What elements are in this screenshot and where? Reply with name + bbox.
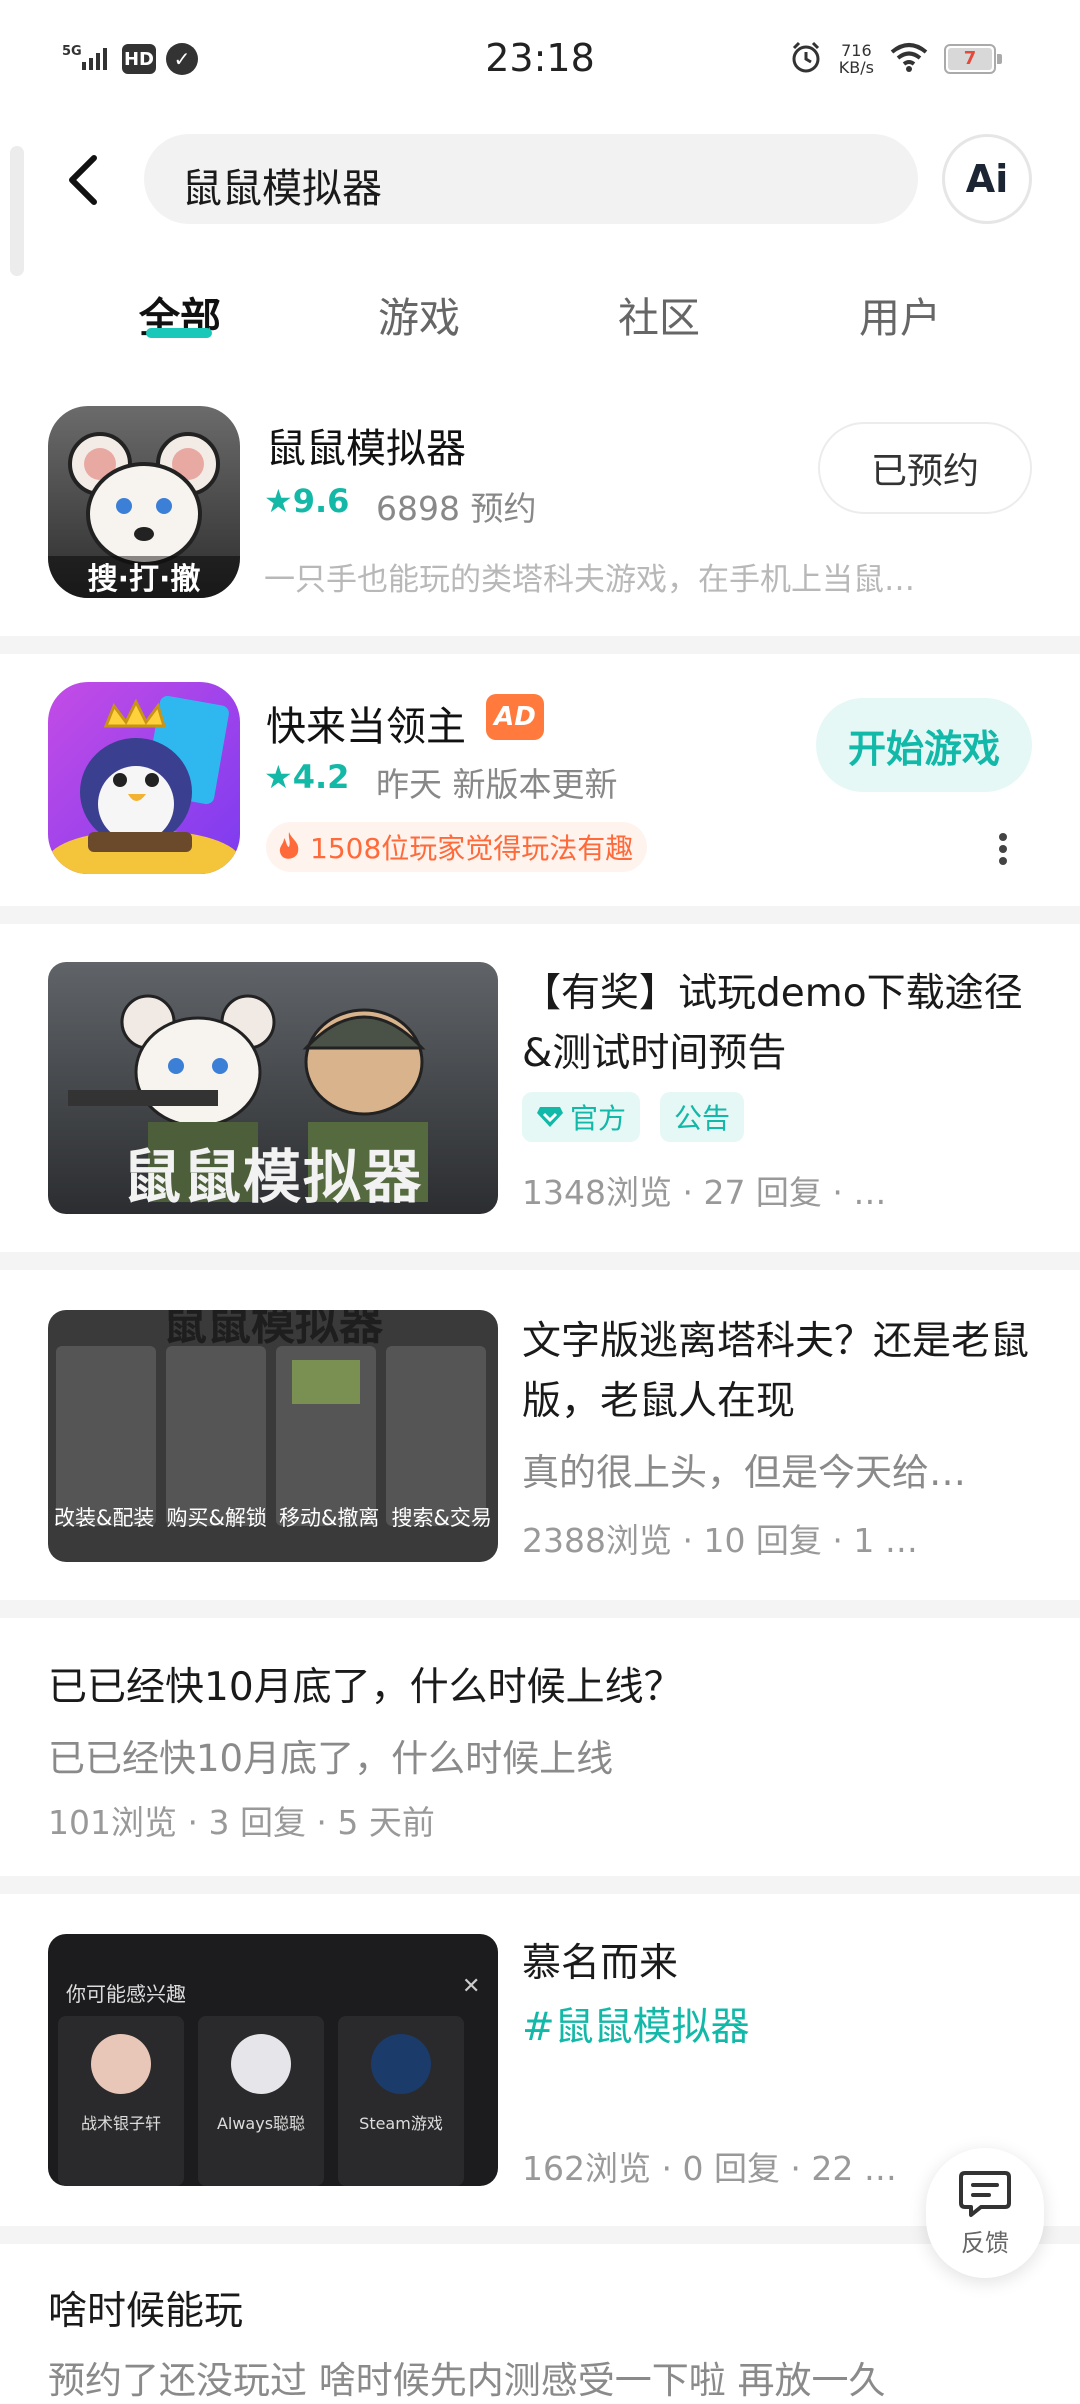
- app-rating: ★9.6: [264, 482, 350, 520]
- tab-games[interactable]: 游戏: [339, 284, 499, 344]
- wifi-icon: [890, 42, 928, 76]
- post-meta: 1348浏览 · 27 回复 · …: [522, 1173, 887, 1212]
- diamond-icon: [537, 1107, 563, 1127]
- user-card: Always聪聪: [198, 2016, 324, 2186]
- thumb-title-text: 鼠鼠模拟器: [122, 1143, 423, 1211]
- divider: [0, 1600, 1080, 1618]
- map-preview: [292, 1360, 360, 1404]
- hashtag-link[interactable]: #鼠鼠模拟器: [522, 1998, 1032, 2058]
- start-game-button[interactable]: 开始游戏: [816, 698, 1032, 792]
- net-speed: 716 KB/s: [838, 41, 874, 77]
- tag-announcement: 公告: [660, 1092, 745, 1142]
- battery-icon: 7: [944, 44, 1002, 74]
- post-title[interactable]: 文字版逃离塔科夫？还是老鼠版，老鼠人在现: [522, 1312, 1032, 1432]
- screen-panel: [386, 1346, 486, 1526]
- divider: [0, 636, 1080, 654]
- reserved-button[interactable]: 已预约: [818, 422, 1032, 514]
- tag-official: 官方: [522, 1092, 641, 1142]
- hot-text: 1508位玩家觉得玩法有趣: [310, 832, 634, 865]
- avatar: [231, 2034, 291, 2094]
- ad-badge: AD: [486, 694, 544, 740]
- ai-button[interactable]: Ai: [942, 134, 1032, 224]
- user-card: Steam游戏: [338, 2016, 464, 2186]
- close-icon: ✕: [462, 1974, 481, 1999]
- post-thumbnail[interactable]: 鼠鼠模拟器: [48, 962, 498, 1214]
- penguin-king-icon: [48, 695, 240, 874]
- app-icon-rat-sim[interactable]: 搜·打·撤: [48, 406, 240, 598]
- divider: [0, 1252, 1080, 1270]
- app-name[interactable]: 鼠鼠模拟器: [266, 416, 466, 474]
- back-button[interactable]: [56, 150, 116, 210]
- post-title[interactable]: 慕名而来: [522, 1934, 1032, 1994]
- app-meta: 6898 预约: [376, 489, 537, 528]
- screen-panel: [56, 1346, 156, 1526]
- edge-handle: [10, 146, 24, 276]
- feedback-button[interactable]: 反馈: [926, 2148, 1044, 2278]
- avatar: [371, 2034, 431, 2094]
- hot-badge: 1508位玩家觉得玩法有趣: [266, 822, 648, 872]
- feedback-icon: [959, 2170, 1011, 2217]
- alarm-icon: [789, 40, 823, 78]
- post-thumbnail[interactable]: 鼠鼠模拟器 改装&配装 购买&解锁 移动&撤离 搜索&交易: [48, 1310, 498, 1562]
- post-title[interactable]: 啥时候能玩: [48, 2282, 1028, 2342]
- app-rating: ★4.2: [264, 758, 350, 796]
- status-bar: 5G HD ✓ 23:18 716 KB/s 7: [0, 0, 1080, 120]
- status-right: 716 KB/s 7: [789, 40, 1002, 78]
- search-input[interactable]: 鼠鼠模拟器: [144, 134, 918, 224]
- post-excerpt: 真的很上头，但是今天给…: [522, 1451, 966, 1494]
- tab-users[interactable]: 用户: [820, 284, 980, 344]
- avatar: [91, 2034, 151, 2094]
- tab-community[interactable]: 社区: [579, 284, 739, 344]
- post-excerpt: 已已经快10月底了，什么时候上线: [48, 1737, 614, 1780]
- divider: [0, 1876, 1080, 1894]
- back-arrow-icon: [69, 155, 97, 205]
- user-card: 战术银子轩: [58, 2016, 184, 2186]
- post-meta: 162浏览 · 0 回复 · 22 …: [522, 2149, 897, 2188]
- app-meta: 昨天 新版本更新: [376, 765, 618, 804]
- post-title[interactable]: 【有奖】试玩demo下载途径&测试时间预告: [522, 964, 1032, 1084]
- app-icon-lord[interactable]: [48, 682, 240, 874]
- post-meta: 2388浏览 · 10 回复 · 1 …: [522, 1521, 918, 1560]
- app-desc: 一只手也能玩的类塔科夫游戏，在手机上当鼠…: [264, 562, 915, 598]
- post-excerpt: 预约了还没玩过 啥时候先内测感受一下啦 再放一久: [48, 2359, 886, 2402]
- app-icon-badge-text: 搜·打·撤: [87, 562, 201, 597]
- more-options-icon[interactable]: [998, 832, 1008, 866]
- post-meta: 101浏览 · 3 回复 · 5 天前: [48, 1803, 435, 1842]
- divider: [0, 906, 1080, 924]
- thumb-header: 你可能感兴趣: [66, 1982, 186, 2006]
- thumb-labels: 改装&配装 购买&解锁 移动&撤离 搜索&交易: [54, 1506, 492, 1530]
- post-thumbnail[interactable]: 你可能感兴趣 ✕ 战术银子轩 Always聪聪 Steam游戏: [48, 1934, 498, 2186]
- feedback-label: 反馈: [961, 2228, 1009, 2257]
- screen-panel: [166, 1346, 266, 1526]
- post-title[interactable]: 已已经快10月底了，什么时候上线？: [48, 1658, 1028, 1718]
- tab-indicator: [146, 328, 212, 338]
- app-name[interactable]: 快来当领主: [266, 694, 466, 752]
- search-query: 鼠鼠模拟器: [182, 166, 382, 212]
- divider: [0, 2226, 1080, 2244]
- flame-icon: [279, 832, 299, 859]
